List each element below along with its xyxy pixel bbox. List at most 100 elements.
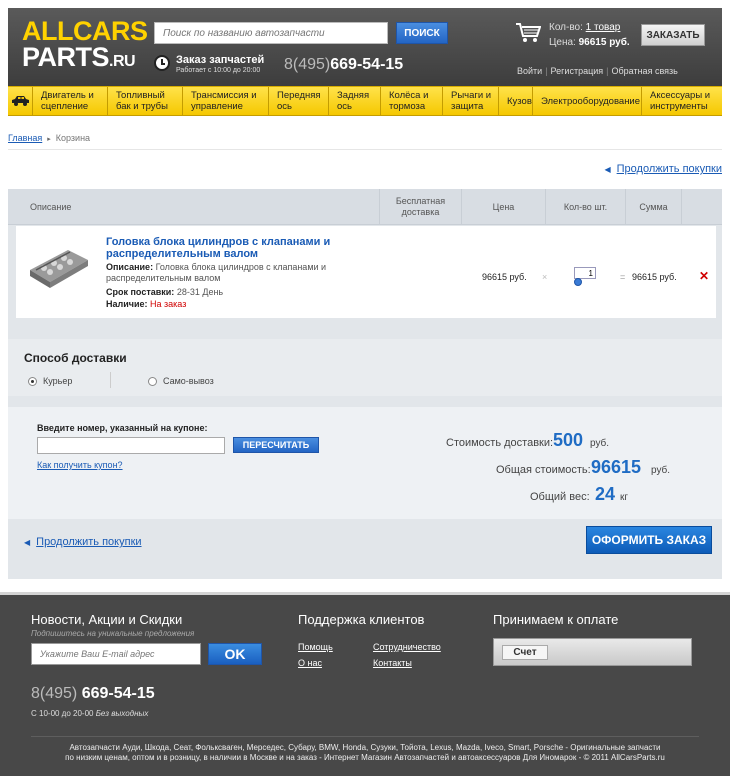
footer-link-contacts[interactable]: Контакты	[373, 658, 412, 668]
delivery-method-section: Способ доставки Курьер Само-вывоз	[8, 339, 722, 396]
multiply-sign: ×	[542, 272, 548, 282]
footer-support-title: Поддержка клиентов	[298, 612, 425, 627]
car-icon	[12, 96, 29, 106]
footer-phone: 8(495) 669-54-15	[31, 685, 155, 702]
nav-item-body[interactable]: Кузов	[499, 87, 533, 115]
cart-actions-bar: ◀ Продолжить покупки ОФОРМИТЬ ЗАКАЗ	[8, 519, 722, 579]
total-cost-unit: руб.	[651, 465, 671, 476]
continue-shopping-link[interactable]: Продолжить покупки	[36, 536, 141, 548]
breadcrumb: Главная ▸ Корзина	[8, 133, 90, 143]
divider	[8, 149, 722, 150]
feedback-link[interactable]: Обратная связь	[612, 66, 678, 76]
site-header: ALLCARS PARTS.RU ПОИСК Заказ запчастей Р…	[8, 8, 722, 86]
coupon-label: Введите номер, указанный на купоне:	[37, 423, 208, 433]
total-cost-value: 96615	[591, 457, 642, 477]
nav-item-fuel-tank[interactable]: Топливный бак и трубы	[108, 87, 183, 115]
breadcrumb-current: Корзина	[55, 133, 91, 143]
col-free-delivery: Бесплатная доставка	[380, 189, 462, 225]
total-weight-value: 24	[595, 484, 616, 504]
remove-item-icon[interactable]: ✕	[699, 269, 709, 283]
coupon-input[interactable]	[37, 437, 225, 454]
cylinder-head-image	[30, 250, 88, 288]
breadcrumb-home[interactable]: Главная	[8, 133, 42, 143]
nav-item-front-axle[interactable]: Передняя ось	[269, 87, 329, 115]
col-description: Описание	[8, 189, 380, 225]
arrow-left-icon: ◀	[604, 165, 611, 174]
product-availability: Наличие: На заказ	[106, 299, 187, 309]
footer-link-cooperation[interactable]: Сотрудничество	[373, 642, 441, 652]
item-sum: 96615 руб.	[632, 272, 677, 282]
cart-price: Цена: 96615 руб.	[549, 37, 630, 48]
continue-shopping-bottom[interactable]: ◀ Продолжить покупки	[24, 536, 142, 548]
footer-news-subtitle: Подпишитесь на уникальные предложения	[31, 629, 195, 638]
divider	[110, 372, 111, 388]
shopping-cart-icon[interactable]	[515, 22, 541, 44]
product-description: Описание: Головка блока цилиндров с клап…	[106, 262, 327, 283]
nav-item-accessories[interactable]: Аксессуары и инструменты	[642, 87, 722, 115]
footer-payment-title: Принимаем к оплате	[493, 612, 619, 627]
payment-methods-box: Счет	[493, 638, 692, 666]
nav-item-electrical[interactable]: Электрооборудование	[533, 87, 642, 115]
total-weight-label: Общий вес:	[530, 491, 590, 503]
delivery-cost-unit: руб.	[590, 438, 610, 449]
cart-item-row: Головка блока цилиндров с клапанами и ра…	[16, 226, 716, 318]
category-nav: Двигатель и сцепление Топливный бак и тр…	[8, 86, 722, 116]
recalculate-button[interactable]: ПЕРЕСЧИТАТЬ	[233, 437, 319, 453]
total-cost-label: Общая стоимость:	[496, 464, 591, 476]
nav-item-engine[interactable]: Двигатель и сцепление	[33, 87, 108, 115]
coupon-totals-section: Введите номер, указанный на купоне: ПЕРЕ…	[8, 407, 722, 519]
cart-panel: Описание Бесплатная доставка Цена Кол-во…	[8, 189, 722, 579]
cart-count-link[interactable]: 1 товар	[586, 22, 621, 33]
cart-table-header: Описание Бесплатная доставка Цена Кол-во…	[8, 189, 722, 225]
order-button[interactable]: ЗАКАЗАТЬ	[641, 24, 705, 46]
logo-text-top: ALLCARS	[22, 16, 148, 46]
cart-count: Кол-во: 1 товар	[549, 22, 621, 33]
how-to-get-coupon-link[interactable]: Как получить купон?	[37, 460, 123, 470]
total-weight-unit: кг	[620, 492, 629, 503]
continue-shopping-link[interactable]: Продолжить покупки	[617, 163, 722, 175]
delivery-option-courier[interactable]: Курьер	[28, 376, 72, 386]
product-name-link[interactable]: Головка блока цилиндров с клапанами и ра…	[106, 236, 336, 260]
nav-item-wheels-brakes[interactable]: Колёса и тормоза	[381, 87, 443, 115]
footer-hours: С 10-00 до 20-00 Без выходных	[31, 709, 149, 718]
footer-copyright: Автозапчасти Ауди, Шкода, Сеат, Фольксва…	[65, 743, 665, 762]
divider	[31, 736, 699, 737]
register-link[interactable]: Регистрация	[551, 66, 604, 76]
newsletter-ok-button[interactable]: OK	[208, 643, 262, 665]
nav-item-levers[interactable]: Рычаги и защита	[443, 87, 499, 115]
site-logo[interactable]: ALLCARS PARTS.RU	[22, 18, 148, 75]
delivery-cost-label: Стоимость доставки:	[446, 437, 554, 449]
clock-icon	[154, 55, 170, 71]
nav-item-rear-axle[interactable]: Задняя ось	[329, 87, 381, 115]
payment-invoice-badge: Счет	[502, 645, 548, 660]
header-phone: 8(495)669-54-15	[284, 56, 404, 73]
newsletter-email-input[interactable]	[31, 643, 201, 665]
checkout-button[interactable]: ОФОРМИТЬ ЗАКАЗ	[586, 526, 712, 554]
arrow-left-icon: ◀	[24, 538, 31, 547]
delivery-method-title: Способ доставки	[24, 351, 127, 365]
delivery-option-pickup[interactable]: Само-вывоз	[148, 376, 214, 386]
order-parts-title: Заказ запчастей	[176, 54, 265, 66]
radio-checked-icon	[28, 376, 37, 386]
nav-car-home[interactable]	[8, 87, 33, 115]
order-hours: Работает с 10:00 до 20:00	[176, 67, 261, 74]
search-input[interactable]	[154, 22, 388, 44]
col-price: Цена	[462, 189, 546, 225]
login-link[interactable]: Войти	[517, 66, 542, 76]
footer-link-about[interactable]: О нас	[298, 658, 322, 668]
col-qty: Кол-во шт.	[546, 189, 626, 225]
header-links: Войти | Регистрация | Обратная связь	[517, 66, 678, 76]
search-button[interactable]: ПОИСК	[396, 22, 448, 44]
nav-item-transmission[interactable]: Трансмиссия и управление	[183, 87, 269, 115]
continue-shopping-top[interactable]: ◀ Продолжить покупки	[604, 163, 722, 175]
delivery-cost-value: 500	[553, 430, 584, 450]
footer-link-help[interactable]: Помощь	[298, 642, 333, 652]
equals-sign: =	[620, 272, 626, 282]
breadcrumb-arrow-icon: ▸	[47, 136, 51, 143]
footer-news-title: Новости, Акции и Скидки	[31, 612, 183, 627]
quantity-update-icon[interactable]	[574, 278, 582, 286]
col-sum: Сумма	[626, 189, 682, 225]
site-footer: Новости, Акции и Скидки Подпишитесь на у…	[0, 592, 730, 776]
logo-text-bottom: PARTS.RU	[22, 42, 136, 72]
item-price: 96615 руб.	[482, 272, 527, 282]
